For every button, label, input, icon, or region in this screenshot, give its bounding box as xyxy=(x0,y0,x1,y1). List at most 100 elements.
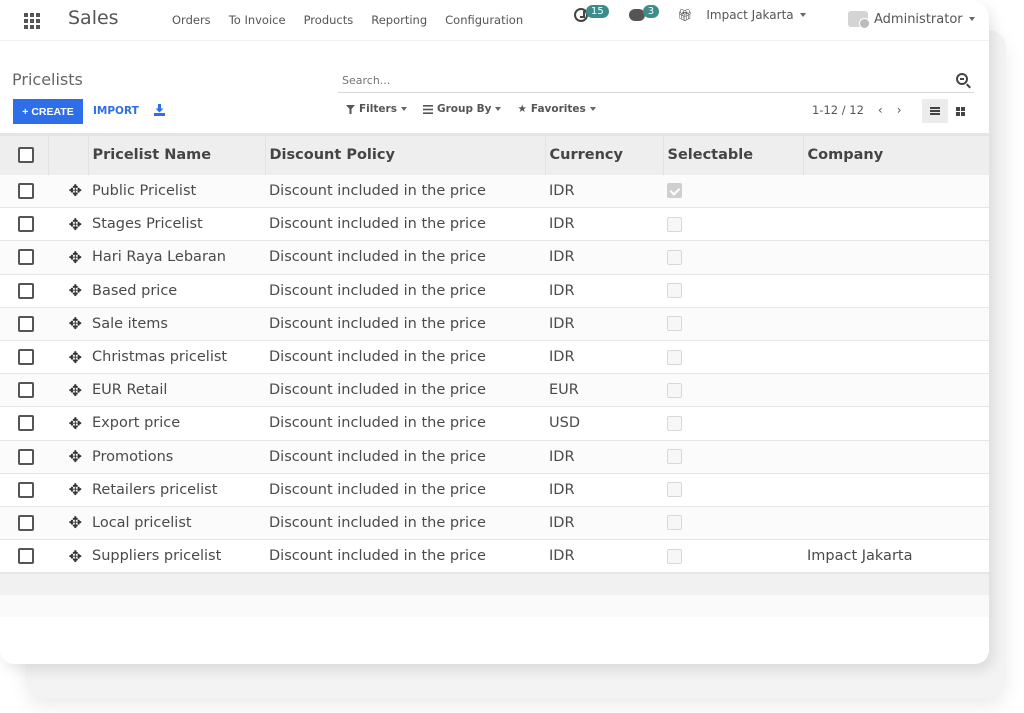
table-row[interactable]: ✥ Christmas pricelist Discount included in… xyxy=(0,340,989,374)
selectable-checkbox xyxy=(667,482,682,498)
drag-handle-icon[interactable]: ✥ xyxy=(69,480,82,499)
cell-discount-policy: Discount included in the price xyxy=(269,481,486,498)
cell-currency: EUR xyxy=(549,382,579,399)
cell-currency: USD xyxy=(549,415,580,432)
column-header-discount-policy[interactable]: Discount Policy xyxy=(264,134,545,175)
drag-handle-icon[interactable]: ✥ xyxy=(69,215,82,234)
drag-handle-icon[interactable]: ✥ xyxy=(69,513,82,532)
cell-discount-policy: Discount included in the price xyxy=(269,349,486,366)
table-row[interactable]: ✥ Stages Pricelist Discount included in th… xyxy=(0,207,989,241)
gift-icon[interactable]: 🎁︎ xyxy=(677,8,692,22)
list-view-button[interactable] xyxy=(922,99,948,123)
filters-label: Filters xyxy=(359,103,397,115)
table-row[interactable]: ✥ EUR Retail Discount included in the pric… xyxy=(0,373,989,407)
cell-name: Hari Raya Lebaran xyxy=(92,249,226,266)
row-checkbox[interactable] xyxy=(18,382,34,399)
row-checkbox[interactable] xyxy=(18,548,34,565)
caret-down-icon xyxy=(589,107,596,111)
row-checkbox[interactable] xyxy=(18,448,34,465)
column-header-currency[interactable]: Currency xyxy=(544,134,663,175)
cell-name: Suppliers pricelist xyxy=(92,548,222,565)
drag-handle-icon[interactable]: ✥ xyxy=(69,414,82,433)
table-row[interactable]: ✥ Suppliers pricelist Discount included in… xyxy=(0,539,989,573)
pager-next-icon[interactable]: › xyxy=(897,103,902,117)
row-checkbox[interactable] xyxy=(18,514,34,531)
select-all-checkbox[interactable] xyxy=(18,147,34,164)
drag-handle-icon[interactable]: ✥ xyxy=(69,381,82,400)
selectable-checkbox xyxy=(667,183,682,199)
table-row[interactable]: ✥ Promotions Discount included in the pric… xyxy=(0,440,989,474)
drag-handle-icon[interactable]: ✥ xyxy=(69,314,82,333)
cell-name: Based price xyxy=(92,282,178,299)
kanban-view-button[interactable] xyxy=(948,99,974,123)
company-switcher[interactable]: Impact Jakarta xyxy=(706,8,806,22)
pager-previous-icon[interactable]: ‹ xyxy=(878,103,883,117)
drag-handle-icon[interactable]: ✥ xyxy=(69,181,82,200)
selectable-checkbox xyxy=(667,548,682,564)
user-menu[interactable]: Administrator xyxy=(848,11,975,29)
column-header-selectable[interactable]: Selectable xyxy=(662,134,803,175)
cell-company xyxy=(803,307,989,340)
group-by-icon xyxy=(422,104,433,114)
drag-handle-icon[interactable]: ✥ xyxy=(69,248,82,267)
row-checkbox[interactable] xyxy=(18,216,34,233)
drag-handle-icon[interactable]: ✥ xyxy=(69,447,82,466)
cell-name: Local pricelist xyxy=(92,514,192,531)
table-row[interactable]: ✥ Based price Discount included in the pri… xyxy=(0,274,989,308)
search-icon[interactable] xyxy=(956,73,968,85)
favorites-dropdown[interactable]: ★ Favorites xyxy=(517,103,596,115)
selectable-checkbox xyxy=(667,382,682,398)
drag-handle-icon[interactable]: ✥ xyxy=(69,281,82,300)
cell-company xyxy=(803,175,989,208)
row-checkbox[interactable] xyxy=(18,481,34,498)
cell-discount-policy: Discount included in the price xyxy=(269,315,486,332)
menu-to-invoice[interactable]: To Invoice xyxy=(229,13,286,27)
import-button[interactable]: IMPORT xyxy=(93,105,139,117)
pager-value[interactable]: 1-12 / 12 xyxy=(812,103,864,117)
favorites-label: Favorites xyxy=(530,103,586,115)
menu-products[interactable]: Products xyxy=(304,13,354,27)
cell-discount-policy: Discount included in the price xyxy=(269,415,486,432)
apps-menu-icon[interactable] xyxy=(24,13,40,29)
column-header-name[interactable]: Pricelist Name xyxy=(87,134,265,175)
row-checkbox[interactable] xyxy=(18,249,34,266)
cell-name: Retailers pricelist xyxy=(92,481,218,498)
group-by-dropdown[interactable]: Group By xyxy=(422,103,502,115)
selectable-checkbox xyxy=(667,283,682,299)
table-row[interactable]: ✥ Sale items Discount included in the pric… xyxy=(0,307,989,341)
table-row[interactable]: ✥ Local pricelist Discount included in the… xyxy=(0,506,989,540)
row-checkbox[interactable] xyxy=(18,182,34,199)
drag-handle-icon[interactable]: ✥ xyxy=(69,348,82,367)
pricelist-table: Pricelist Name Discount Policy Currency … xyxy=(0,133,989,618)
filters-dropdown[interactable]: Filters xyxy=(346,103,407,115)
app-title: Sales xyxy=(68,7,119,29)
table-row[interactable]: ✥ Retailers pricelist Discount included in… xyxy=(0,473,989,507)
column-header-company[interactable]: Company xyxy=(802,134,989,175)
table-row[interactable]: ✥ Export price Discount included in the pr… xyxy=(0,406,989,440)
search-input[interactable] xyxy=(338,68,928,92)
drag-handle-icon[interactable]: ✥ xyxy=(69,547,82,566)
handle-column-header xyxy=(47,134,88,175)
menu-configuration[interactable]: Configuration xyxy=(445,13,523,27)
create-button[interactable]: + CREATE xyxy=(13,99,83,124)
cell-company xyxy=(803,440,989,473)
row-checkbox[interactable] xyxy=(18,349,34,366)
company-name: Impact Jakarta xyxy=(706,8,794,22)
kanban-view-icon xyxy=(956,106,966,116)
cell-company xyxy=(803,473,989,506)
table-row[interactable]: ✥ Public Pricelist Discount included in th… xyxy=(0,174,989,208)
cell-company xyxy=(803,506,989,539)
menu-orders[interactable]: Orders xyxy=(172,13,211,27)
menu-reporting[interactable]: Reporting xyxy=(371,13,427,27)
selectable-checkbox xyxy=(667,349,682,365)
selectable-checkbox xyxy=(667,249,682,265)
pager: 1-12 / 12 ‹ › xyxy=(812,103,902,117)
row-checkbox[interactable] xyxy=(18,415,34,432)
row-checkbox[interactable] xyxy=(18,315,34,332)
cell-currency: IDR xyxy=(549,216,575,233)
row-checkbox[interactable] xyxy=(18,282,34,299)
download-icon[interactable] xyxy=(154,104,165,116)
top-navbar: Sales Orders To Invoice Products Reporti… xyxy=(0,0,989,41)
selectable-checkbox xyxy=(667,515,682,531)
table-row[interactable]: ✥ Hari Raya Lebaran Discount included in t… xyxy=(0,240,989,275)
